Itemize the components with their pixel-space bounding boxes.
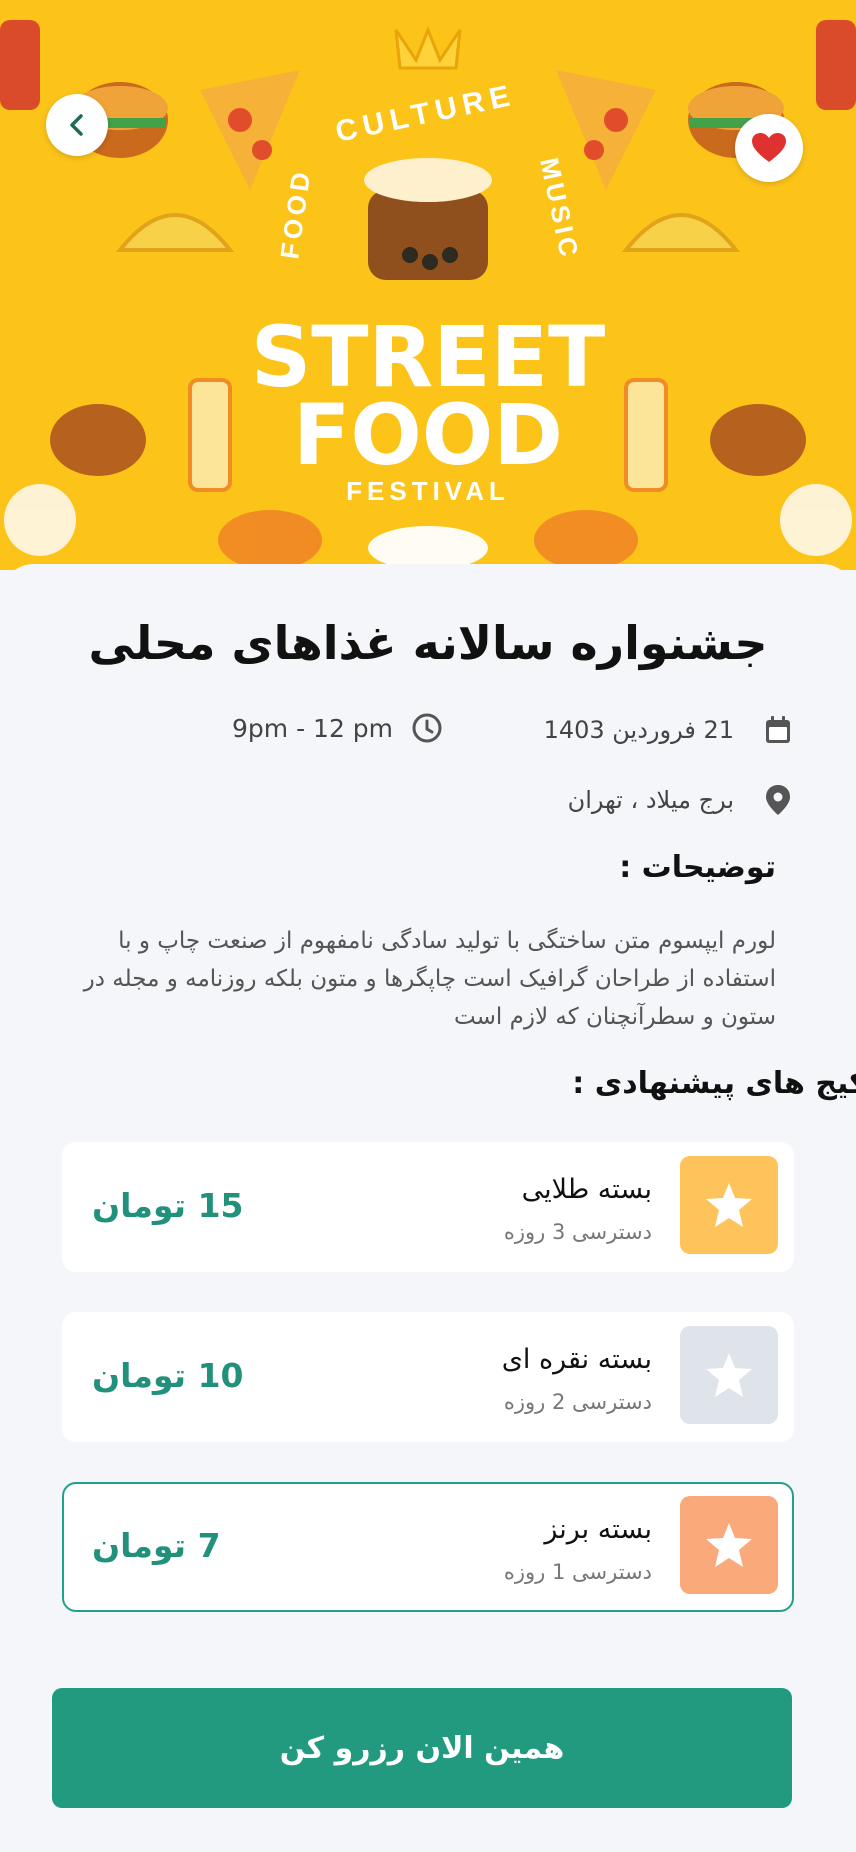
package-name: بسته طلایی [521,1174,652,1205]
package-access: دسترسی 1 روزه [503,1560,652,1584]
package-card-bronze[interactable]: بسته برنز دسترسی 1 روزه 7 تومان [62,1482,794,1612]
star-icon [706,1523,752,1567]
package-badge [680,1156,778,1254]
event-date-text: 21 فروردین 1403 [543,716,734,744]
star-icon [706,1353,752,1397]
event-title: جشنواره سالانه غذاهای محلی [88,616,768,670]
star-icon [706,1183,752,1227]
package-access: دسترسی 2 روزه [503,1390,652,1414]
book-now-button[interactable]: همین الان رزرو کن [52,1688,792,1808]
event-date: 21 فروردین 1403 [544,712,796,748]
street-food-festival-illustration: FOOD CULTURE MUSIC STREET FOOD FESTIVAL [0,0,856,570]
chevron-left-icon [70,114,83,136]
back-button[interactable] [46,94,108,156]
heart-icon [752,133,786,162]
event-details-sheet: جشنواره سالانه غذاهای محلی 21 فروردین 14… [0,564,856,1852]
location-pin-icon [760,782,796,818]
event-location: برج میلاد ، تهران [568,782,796,818]
packages-heading-wrap: پکیج های پیشنهادی : [0,1062,856,1108]
clock-icon [409,710,445,746]
package-card-gold[interactable]: بسته طلایی دسترسی 3 روزه 15 تومان [62,1142,794,1272]
package-card-silver[interactable]: بسته نقره ای دسترسی 2 روزه 10 تومان [62,1312,794,1442]
packages-heading: پکیج های پیشنهادی : [572,1066,856,1101]
calendar-icon [760,712,796,748]
description-heading: توضیحات : [619,850,776,885]
package-price: 15 تومان [92,1186,244,1225]
package-name: بسته برنز [544,1514,652,1545]
package-price: 10 تومان [92,1356,244,1395]
package-name: بسته نقره ای [501,1344,652,1375]
banner-line-2: FOOD [293,386,563,484]
description-body: لورم ایپسوم متن ساختگی با تولید سادگی نا… [83,928,776,1030]
package-price: 7 تومان [92,1526,221,1565]
event-location-text: برج میلاد ، تهران [567,786,734,814]
banner-line-3: FESTIVAL [346,476,510,506]
package-badge [680,1496,778,1594]
event-time-text: 9pm - 12 pm [232,713,394,743]
package-access: دسترسی 3 روزه [503,1220,652,1244]
event-time: 9pm - 12 pm [232,710,445,746]
favorite-button[interactable] [735,114,803,182]
event-banner: FOOD CULTURE MUSIC STREET FOOD FESTIVAL [0,0,856,570]
package-badge [680,1326,778,1424]
